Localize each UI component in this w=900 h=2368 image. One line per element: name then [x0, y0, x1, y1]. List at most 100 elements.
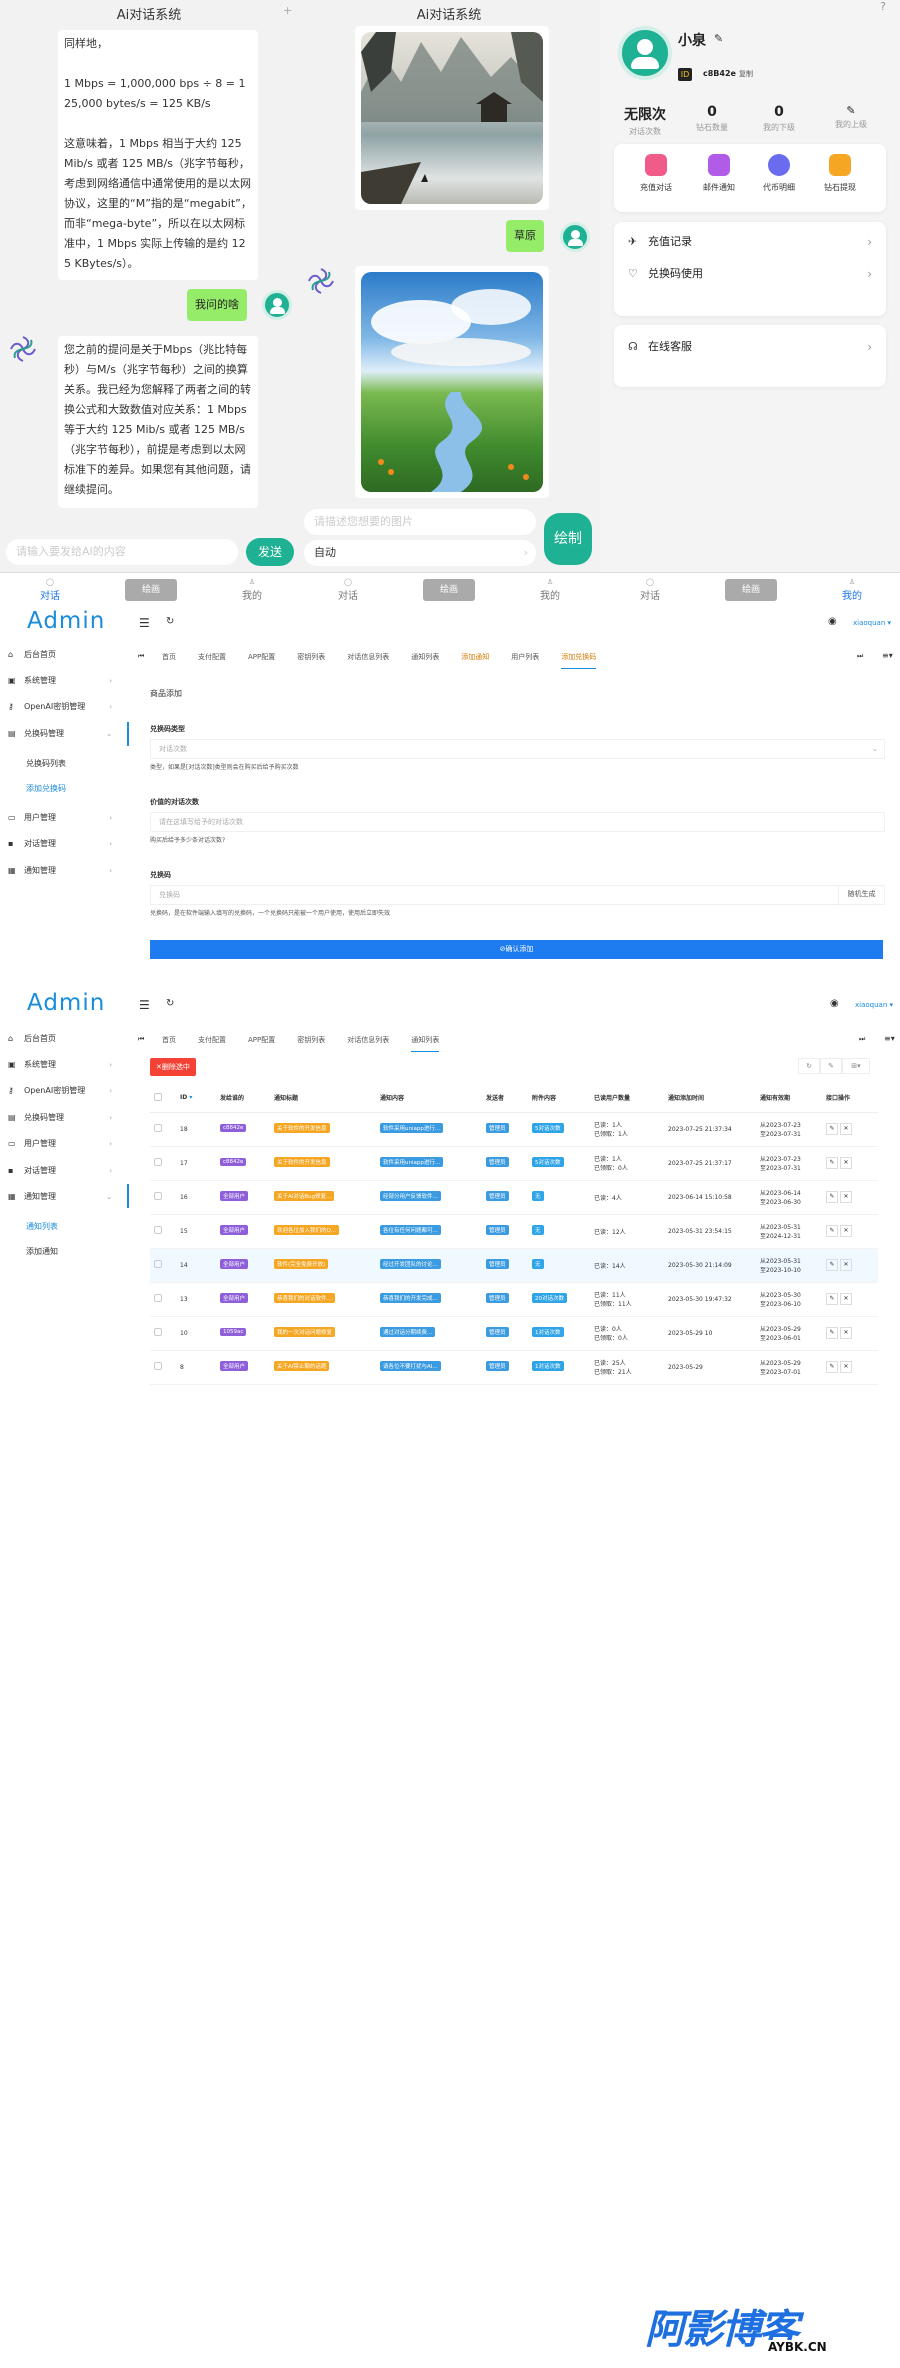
sidebar-item-redeem[interactable]: ▤ 兑换码管理 ⌄ [8, 727, 128, 741]
tab-draw[interactable]: 绘画 [419, 579, 479, 601]
tabs-prev-icon[interactable]: ⏮ [138, 1035, 144, 1044]
tab-mine[interactable]: ♙ 我的 [222, 577, 282, 602]
confirm-add-button[interactable]: ⊘确认添加 [150, 940, 883, 959]
sidebar-item-users[interactable]: ▭ 用户管理 › [8, 1137, 128, 1151]
row-checkbox[interactable] [154, 1192, 162, 1200]
admin-user-menu[interactable]: xiaoquan ▾ [855, 1001, 893, 1009]
table-row[interactable]: 14 全部用户 软件(完全免费开放) 经过开发团队的讨论... 管理员 无 已读：14人 20… [150, 1248, 878, 1283]
edit-icon[interactable]: ✎ [826, 1191, 838, 1203]
export-icon[interactable]: ⊞▾ [842, 1058, 870, 1074]
menu-recharge-record[interactable]: ✈ 充值记录 › [628, 228, 872, 256]
columns-icon[interactable]: ✎ [820, 1058, 842, 1074]
table-row[interactable]: 10 1059ac 我的一次对话问题修复 通过对话分期续费... 管理员 1对话次数 已读：… [150, 1316, 878, 1351]
sidebar-item-system[interactable]: ▣ 系统管理 › [8, 674, 128, 688]
sidebar-item-home[interactable]: ⌂ 后台首页 [8, 1032, 128, 1046]
sidebar-item-notice-add[interactable]: 添加通知 [8, 1245, 128, 1259]
tab-notices[interactable]: 通知列表 [411, 1035, 440, 1052]
sidebar-item-openai[interactable]: ⚷ OpenAI密钥管理 › [8, 1084, 128, 1098]
menu-online-service[interactable]: ☊ 在线客服 › [628, 333, 872, 361]
row-checkbox[interactable] [154, 1260, 162, 1268]
send-button[interactable]: 发送 [246, 538, 294, 566]
copy-id-button[interactable]: 复制 [739, 69, 753, 79]
draw-button[interactable]: 绘制 [544, 513, 592, 565]
quick-recharge[interactable]: 充值对话 [626, 154, 686, 193]
edit-icon[interactable]: ✎ [826, 1259, 838, 1271]
delete-icon[interactable]: ✕ [840, 1191, 852, 1203]
edit-icon[interactable]: ✎ [826, 1225, 838, 1237]
sidebar-item-home[interactable]: ⌂ 后台首页 [8, 648, 128, 662]
delete-icon[interactable]: ✕ [840, 1293, 852, 1305]
tab-chat-info[interactable]: 对话信息列表 [347, 1035, 389, 1045]
delete-icon[interactable]: ✕ [840, 1327, 852, 1339]
help-icon[interactable]: ? [880, 0, 886, 13]
tab-mine[interactable]: ♙ 我的 [822, 577, 882, 602]
table-row[interactable]: 13 全部用户 恭喜我们的对话软件... 恭喜我们的开发完成... 管理员 20对话次数 已… [150, 1282, 878, 1317]
tabs-next-icon[interactable]: ⏭ [859, 1035, 865, 1044]
sidebar-item-redeem[interactable]: ▤ 兑换码管理 › [8, 1111, 128, 1125]
table-row[interactable]: 16 全部用户 关于AI对话Bug修复... 经部分用户反馈软件... 管理员 无 已读：4… [150, 1180, 878, 1215]
delete-icon[interactable]: ✕ [840, 1361, 852, 1373]
sidebar-item-chats[interactable]: ▪ 对话管理 › [8, 837, 128, 851]
tab-chat[interactable]: ◯ 对话 [620, 577, 680, 602]
quick-mail[interactable]: 邮件通知 [689, 154, 749, 193]
delete-icon[interactable]: ✕ [840, 1123, 852, 1135]
generated-image-grassland[interactable] [355, 266, 549, 498]
sidebar-item-redeem-add[interactable]: 添加兑换码 [8, 782, 128, 796]
quick-withdraw[interactable]: 钻石提现 [810, 154, 870, 193]
type-select[interactable]: 对话次数 ⌄ [150, 739, 885, 759]
tabs-menu-icon[interactable]: ≡▾ [884, 1034, 895, 1043]
refresh-icon[interactable]: ↻ [166, 616, 174, 627]
select-all-checkbox[interactable] [154, 1092, 162, 1101]
refresh-icon[interactable]: ↻ [798, 1058, 820, 1074]
table-row[interactable]: 15 全部用户 欢迎各位加入我们的Q... 各位有任何问题都可... 管理员 无 已读：12… [150, 1214, 878, 1249]
tabs-prev-icon[interactable]: ⏮ [138, 652, 144, 661]
tab-keys[interactable]: 密钥列表 [297, 652, 325, 662]
row-checkbox[interactable] [154, 1328, 162, 1336]
edit-icon[interactable]: ✎ [714, 32, 723, 45]
delete-icon[interactable]: ✕ [840, 1157, 852, 1169]
edit-icon[interactable]: ✎ [826, 1293, 838, 1305]
row-checkbox[interactable] [154, 1294, 162, 1302]
sidebar-item-users[interactable]: ▭ 用户管理 › [8, 811, 128, 825]
tab-pay[interactable]: 支付配置 [198, 652, 226, 662]
tab-add-notice[interactable]: 添加通知 [461, 652, 489, 662]
tab-app[interactable]: APP配置 [248, 1035, 275, 1045]
sidebar-item-notices[interactable]: ▦ 通知管理 › [8, 864, 128, 878]
tab-home[interactable]: 首页 [162, 652, 176, 662]
theme-icon[interactable]: ◉ [830, 998, 839, 1009]
tab-chat-info[interactable]: 对话信息列表 [347, 652, 389, 662]
tabs-next-icon[interactable]: ⏭ [857, 652, 863, 661]
delete-selected-button[interactable]: ✕删除选中 [150, 1058, 196, 1076]
edit-icon[interactable]: ✎ [826, 1157, 838, 1169]
edit-icon[interactable]: ✎ [826, 1327, 838, 1339]
tabs-menu-icon[interactable]: ≡▾ [882, 651, 893, 660]
menu-redeem-code[interactable]: ♡ 兑换码使用 › [628, 260, 872, 288]
row-checkbox[interactable] [154, 1226, 162, 1234]
sidebar-item-system[interactable]: ▣ 系统管理 › [8, 1058, 128, 1072]
sidebar-item-chats[interactable]: ▪ 对话管理 › [8, 1164, 128, 1178]
col-id[interactable]: ID ▾ [176, 1084, 216, 1113]
table-row[interactable]: 17 c8842e 关于软件的开发信息 软件采用uniapp进行... 管理员 5对话次数… [150, 1146, 878, 1181]
admin-user-menu[interactable]: xiaoquan ▾ [853, 619, 891, 627]
table-row[interactable]: 8 全部用户 关于AI禁止聊的话题 请各位不要打扰与AI... 管理员 1对话次数 已读：2… [150, 1350, 878, 1385]
theme-icon[interactable]: ◉ [828, 616, 837, 627]
delete-icon[interactable]: ✕ [840, 1259, 852, 1271]
tab-keys[interactable]: 密钥列表 [297, 1035, 325, 1045]
sidebar-item-openai[interactable]: ⚷ OpenAI密钥管理 › [8, 700, 128, 714]
edit-icon[interactable]: ✎ [826, 1123, 838, 1135]
sidebar-item-notices[interactable]: ▦ 通知管理 ⌄ [8, 1190, 128, 1204]
delete-icon[interactable]: ✕ [840, 1225, 852, 1237]
tab-chat[interactable]: ◯ 对话 [318, 577, 378, 602]
tab-draw[interactable]: 绘画 [121, 579, 181, 601]
mode-select[interactable]: 自动 › [304, 540, 536, 566]
tab-add-code[interactable]: 添加兑换码 [561, 652, 597, 669]
quick-token[interactable]: 代币明细 [749, 154, 809, 193]
prompt-input[interactable]: 请描述您想要的图片 [304, 509, 536, 535]
tab-mine[interactable]: ♙ 我的 [520, 577, 580, 602]
tab-notices[interactable]: 通知列表 [411, 652, 439, 662]
tab-pay[interactable]: 支付配置 [198, 1035, 226, 1045]
tab-draw[interactable]: 绘画 [721, 579, 781, 601]
row-checkbox[interactable] [154, 1362, 162, 1370]
tab-chat[interactable]: ◯ 对话 [20, 577, 80, 602]
generated-image-landscape[interactable] [355, 26, 549, 210]
